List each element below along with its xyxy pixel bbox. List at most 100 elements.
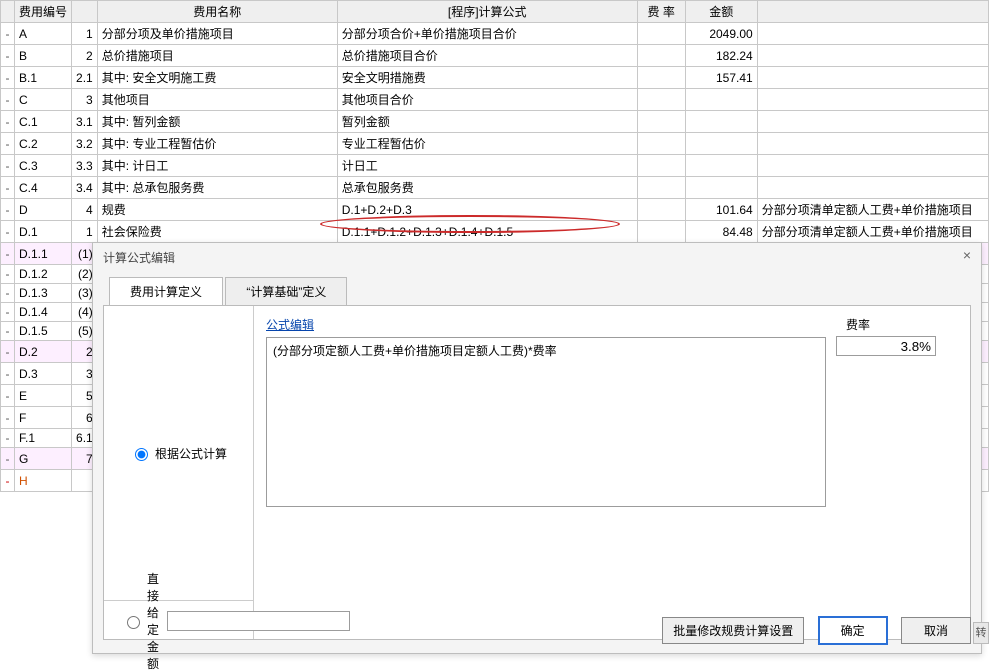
cell-name[interactable]: 总价措施项目 [97,45,337,67]
cell-formula[interactable]: 其他项目合价 [337,89,637,111]
cell-rate[interactable] [637,133,685,155]
cell-seq[interactable]: 1 [72,23,98,45]
cell-amount[interactable]: 182.24 [685,45,757,67]
cell-code[interactable]: F.1 [15,429,72,448]
cell-name[interactable]: 其中: 安全文明施工费 [97,67,337,89]
tree-handle[interactable]: - [1,23,15,45]
cell-code[interactable]: D.1 [15,221,72,243]
ok-button[interactable]: 确定 [818,616,888,645]
tree-handle[interactable]: - [1,470,15,492]
cell-remark[interactable]: 分部分项清单定额人工费+单价措施项目 [757,221,988,243]
table-row[interactable]: -B2总价措施项目总价措施项目合价182.24 [1,45,989,67]
rate-input[interactable] [836,336,936,356]
tree-handle[interactable]: - [1,448,15,470]
cell-formula[interactable]: D.1.1+D.1.2+D.1.3+D.1.4+D.1.5 [337,221,637,243]
cell-amount[interactable]: 2049.00 [685,23,757,45]
table-row[interactable]: -D.11社会保险费D.1.1+D.1.2+D.1.3+D.1.4+D.1.58… [1,221,989,243]
cell-rate[interactable] [637,23,685,45]
cell-name[interactable]: 其中: 暂列金额 [97,111,337,133]
tree-handle[interactable]: - [1,89,15,111]
cell-formula[interactable]: 总价措施项目合价 [337,45,637,67]
cell-code[interactable]: C.2 [15,133,72,155]
cell-seq[interactable]: 1 [72,221,98,243]
cell-code[interactable]: C.3 [15,155,72,177]
radio-by-formula[interactable]: 根据公式计算 [130,445,227,462]
tree-handle[interactable]: - [1,407,15,429]
cell-name[interactable]: 社会保险费 [97,221,337,243]
cell-formula[interactable]: 总承包服务费 [337,177,637,199]
cell-remark[interactable] [757,45,988,67]
cell-code[interactable]: B.1 [15,67,72,89]
cell-amount[interactable] [685,155,757,177]
cell-rate[interactable] [637,221,685,243]
cell-amount[interactable]: 157.41 [685,67,757,89]
cell-code[interactable]: C [15,89,72,111]
cell-amount[interactable] [685,111,757,133]
tab-basis-definition[interactable]: “计算基础”定义 [225,277,347,306]
cell-rate[interactable] [637,45,685,67]
formula-edit-link[interactable]: 公式编辑 [266,316,314,333]
cell-code[interactable]: D [15,199,72,221]
tree-handle[interactable]: - [1,363,15,385]
cancel-button[interactable]: 取消 [901,617,971,644]
tab-fee-definition[interactable]: 费用计算定义 [109,277,223,306]
cell-rate[interactable] [637,67,685,89]
tree-handle[interactable]: - [1,265,15,284]
cell-code[interactable]: F [15,407,72,429]
cell-amount[interactable] [685,89,757,111]
cell-name[interactable]: 其中: 计日工 [97,155,337,177]
cell-code[interactable]: D.3 [15,363,72,385]
cell-seq[interactable]: 2 [72,45,98,67]
cell-remark[interactable] [757,67,988,89]
tree-handle[interactable]: - [1,67,15,89]
table-row[interactable]: -C.33.3其中: 计日工计日工 [1,155,989,177]
cell-rate[interactable] [637,89,685,111]
cell-formula[interactable]: 分部分项合价+单价措施项目合价 [337,23,637,45]
cell-remark[interactable] [757,133,988,155]
radio-by-formula-input[interactable] [135,448,148,461]
table-row[interactable]: -C.23.2其中: 专业工程暂估价专业工程暂估价 [1,133,989,155]
tree-handle[interactable]: - [1,303,15,322]
cell-name[interactable]: 规费 [97,199,337,221]
cell-code[interactable]: A [15,23,72,45]
cell-rate[interactable] [637,177,685,199]
cell-seq[interactable]: 3.3 [72,155,98,177]
cell-amount[interactable]: 101.64 [685,199,757,221]
cell-amount[interactable] [685,177,757,199]
cell-name[interactable]: 其中: 总承包服务费 [97,177,337,199]
tree-handle[interactable]: - [1,243,15,265]
tree-handle[interactable]: - [1,155,15,177]
table-row[interactable]: -D4规费D.1+D.2+D.3101.64分部分项清单定额人工费+单价措施项目 [1,199,989,221]
cell-code[interactable]: H [15,470,72,492]
tree-handle[interactable]: - [1,221,15,243]
cell-seq[interactable]: 3.1 [72,111,98,133]
cell-code[interactable]: D.2 [15,341,72,363]
batch-modify-button[interactable]: 批量修改规费计算设置 [662,617,804,644]
cell-code[interactable]: C.1 [15,111,72,133]
cell-seq[interactable]: 3 [72,89,98,111]
tree-handle[interactable]: - [1,199,15,221]
tree-handle[interactable]: - [1,284,15,303]
radio-by-amount-input[interactable] [127,616,140,629]
cell-formula[interactable]: 暂列金额 [337,111,637,133]
dialog-close-button[interactable]: × [963,247,971,263]
tree-handle[interactable]: - [1,322,15,341]
cell-formula[interactable]: 安全文明措施费 [337,67,637,89]
formula-textarea[interactable] [266,337,826,507]
cell-formula[interactable]: 计日工 [337,155,637,177]
cell-remark[interactable] [757,155,988,177]
cell-remark[interactable] [757,89,988,111]
cell-seq[interactable]: 4 [72,199,98,221]
cell-amount[interactable] [685,133,757,155]
cell-code[interactable]: D.1.2 [15,265,72,284]
tree-handle[interactable]: - [1,429,15,448]
cell-seq[interactable]: 2.1 [72,67,98,89]
table-row[interactable]: -C.43.4其中: 总承包服务费总承包服务费 [1,177,989,199]
cell-rate[interactable] [637,199,685,221]
cell-code[interactable]: C.4 [15,177,72,199]
tree-handle[interactable]: - [1,133,15,155]
cell-code[interactable]: D.1.4 [15,303,72,322]
cell-code[interactable]: G [15,448,72,470]
cell-remark[interactable] [757,23,988,45]
cell-code[interactable]: B [15,45,72,67]
